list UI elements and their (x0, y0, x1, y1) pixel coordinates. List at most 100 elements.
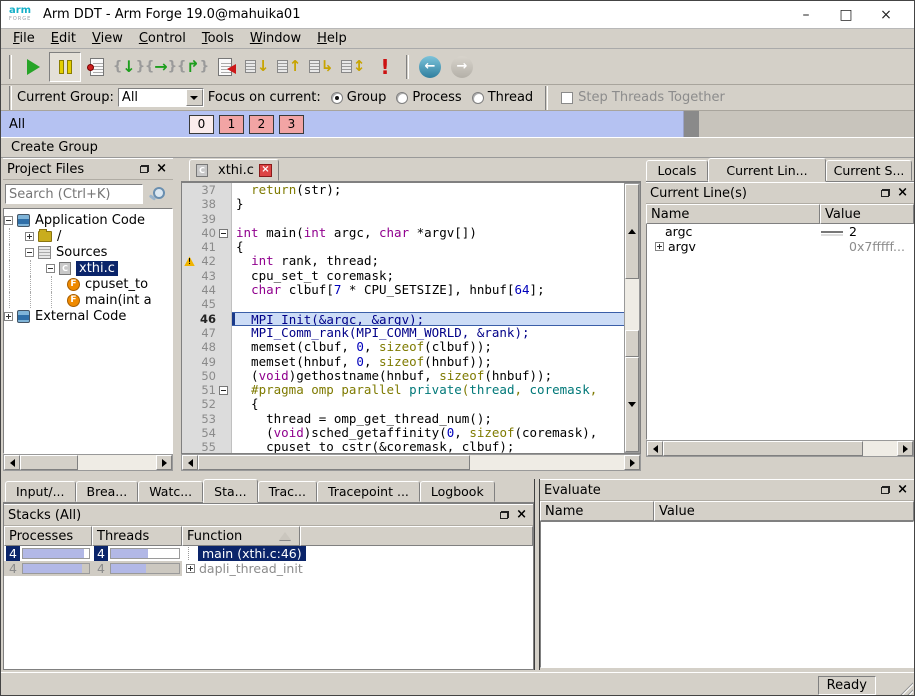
gutter[interactable]: 43 (182, 269, 232, 283)
variable-row-argv[interactable]: argv 0x7fffff... (647, 239, 913, 254)
close-panel-icon[interactable]: × (516, 510, 527, 520)
gutter[interactable]: 48 (182, 340, 232, 354)
step-into-button[interactable]: {↓} (113, 52, 145, 82)
column-function[interactable]: Function (182, 526, 300, 546)
vertical-splitter[interactable] (173, 158, 181, 474)
collapse-expander[interactable] (46, 264, 55, 273)
float-panel-icon[interactable] (881, 189, 890, 197)
add-breakpoint-button[interactable] (81, 52, 113, 82)
scroll-thumb[interactable] (198, 455, 470, 470)
rank-box-2[interactable]: 2 (249, 115, 274, 134)
radio-process[interactable] (396, 92, 408, 104)
close-panel-icon[interactable]: × (897, 188, 908, 198)
scroll-thumb[interactable] (663, 441, 863, 456)
expand-expander[interactable] (655, 242, 664, 251)
current-group-select[interactable]: All (118, 88, 204, 107)
tab-stacks[interactable]: Sta... (203, 479, 257, 503)
gutter[interactable]: 37 (182, 183, 232, 197)
radio-thread[interactable] (472, 92, 484, 104)
tab-logbook[interactable]: Logbook (420, 481, 495, 502)
expand-stacks-button[interactable]: ↕ (337, 52, 369, 82)
scroll-up-button[interactable] (625, 184, 639, 279)
tree-item-sources[interactable]: Sources (4, 244, 172, 260)
run-to-line-button[interactable] (209, 52, 241, 82)
float-panel-icon[interactable] (140, 165, 149, 173)
scroll-right-button[interactable] (897, 441, 913, 456)
variable-row-argc[interactable]: argc 2 (647, 224, 913, 239)
gutter[interactable]: 50 (182, 369, 232, 383)
menu-tools[interactable]: Tools (194, 30, 242, 47)
close-tab-icon[interactable]: × (259, 164, 272, 177)
expand-expander[interactable] (4, 312, 13, 321)
variables-hscrollbar[interactable] (646, 440, 914, 457)
step-threads-together-checkbox[interactable] (561, 92, 573, 104)
scroll-right-button[interactable] (624, 455, 640, 470)
scroll-right-button[interactable] (156, 455, 172, 470)
group-all-row[interactable]: All 0 1 2 3 (1, 111, 684, 137)
tab-xthi-c[interactable]: C xthi.c × (189, 159, 279, 181)
tab-watchpoints[interactable]: Watc... (138, 481, 203, 502)
scroll-left-button[interactable] (647, 441, 663, 456)
history-forward-button[interactable]: → (446, 52, 478, 82)
scroll-left-button[interactable] (182, 455, 198, 470)
close-button[interactable]: × (866, 7, 906, 23)
tab-locals[interactable]: Locals (646, 160, 708, 181)
collapse-expander[interactable] (25, 248, 34, 257)
tree-item-main[interactable]: F main(int a (4, 292, 172, 308)
tab-current-stack[interactable]: Current S... (826, 160, 912, 181)
project-files-hscrollbar[interactable] (3, 454, 173, 471)
scroll-thumb[interactable] (20, 455, 78, 470)
gutter[interactable]: 49 (182, 355, 232, 369)
up-stack-frame-button[interactable]: ↑ (273, 52, 305, 82)
column-name[interactable]: Name (540, 501, 654, 521)
column-threads[interactable]: Threads (92, 526, 182, 546)
expand-expander[interactable] (186, 564, 195, 573)
tree-item-external-code[interactable]: External Code (4, 308, 172, 324)
gutter[interactable]: 39 (182, 212, 232, 226)
create-group-bar[interactable]: Create Group (1, 137, 914, 158)
gutter[interactable]: 52 (182, 397, 232, 411)
float-panel-icon[interactable] (500, 511, 509, 519)
gutter[interactable]: 55 (182, 440, 232, 453)
menu-file[interactable]: File (5, 30, 43, 47)
gutter[interactable]: 46 (182, 312, 232, 326)
dropdown-button[interactable] (186, 89, 203, 106)
alert-button[interactable]: ! (369, 52, 401, 82)
stack-row-dapli[interactable]: 4 4 dapli_thread_init (4, 561, 533, 576)
editor-hscrollbar[interactable] (181, 454, 641, 471)
menu-control[interactable]: Control (131, 30, 194, 47)
gutter[interactable]: 45 (182, 297, 232, 311)
gutter[interactable]: 54 (182, 426, 232, 440)
gutter[interactable]: 44 (182, 283, 232, 297)
search-input[interactable] (5, 184, 143, 204)
pause-button[interactable] (49, 52, 81, 82)
evaluate-list[interactable] (540, 521, 914, 668)
step-over-button[interactable]: {→} (145, 52, 177, 82)
menu-edit[interactable]: Edit (43, 30, 84, 47)
rank-box-3[interactable]: 3 (279, 115, 304, 134)
scroll-thumb[interactable] (625, 330, 639, 358)
menu-view[interactable]: View (84, 30, 131, 47)
stack-row-main[interactable]: 4 4 main (xthi.c:46) (4, 546, 533, 561)
down-stack-frame-button[interactable]: ↓ (241, 52, 273, 82)
collapse-expander[interactable] (4, 216, 13, 225)
search-icon[interactable] (148, 186, 164, 202)
editor-vscrollbar[interactable] (624, 183, 640, 453)
column-value[interactable]: Value (654, 501, 914, 521)
tab-current-lines[interactable]: Current Lin... (708, 158, 826, 182)
tree-item-cpuset-to[interactable]: F cpuset_to (4, 276, 172, 292)
fold-marker-icon[interactable] (219, 386, 228, 395)
play-button[interactable] (17, 52, 49, 82)
gutter[interactable]: 47 (182, 326, 232, 340)
gutter[interactable]: 53 (182, 412, 232, 426)
fold-marker-icon[interactable] (219, 229, 228, 238)
expand-expander[interactable] (25, 232, 34, 241)
tab-breakpoints[interactable]: Brea... (76, 481, 139, 502)
tree-item-root[interactable]: / (4, 228, 172, 244)
menu-help[interactable]: Help (309, 30, 355, 47)
tab-tracepoint-output[interactable]: Tracepoint ... (317, 481, 420, 502)
tree-item-xthi-c[interactable]: C xthi.c (4, 260, 172, 276)
float-panel-icon[interactable] (881, 486, 890, 494)
gutter[interactable]: 38 (182, 197, 232, 211)
scroll-left-button[interactable] (4, 455, 20, 470)
